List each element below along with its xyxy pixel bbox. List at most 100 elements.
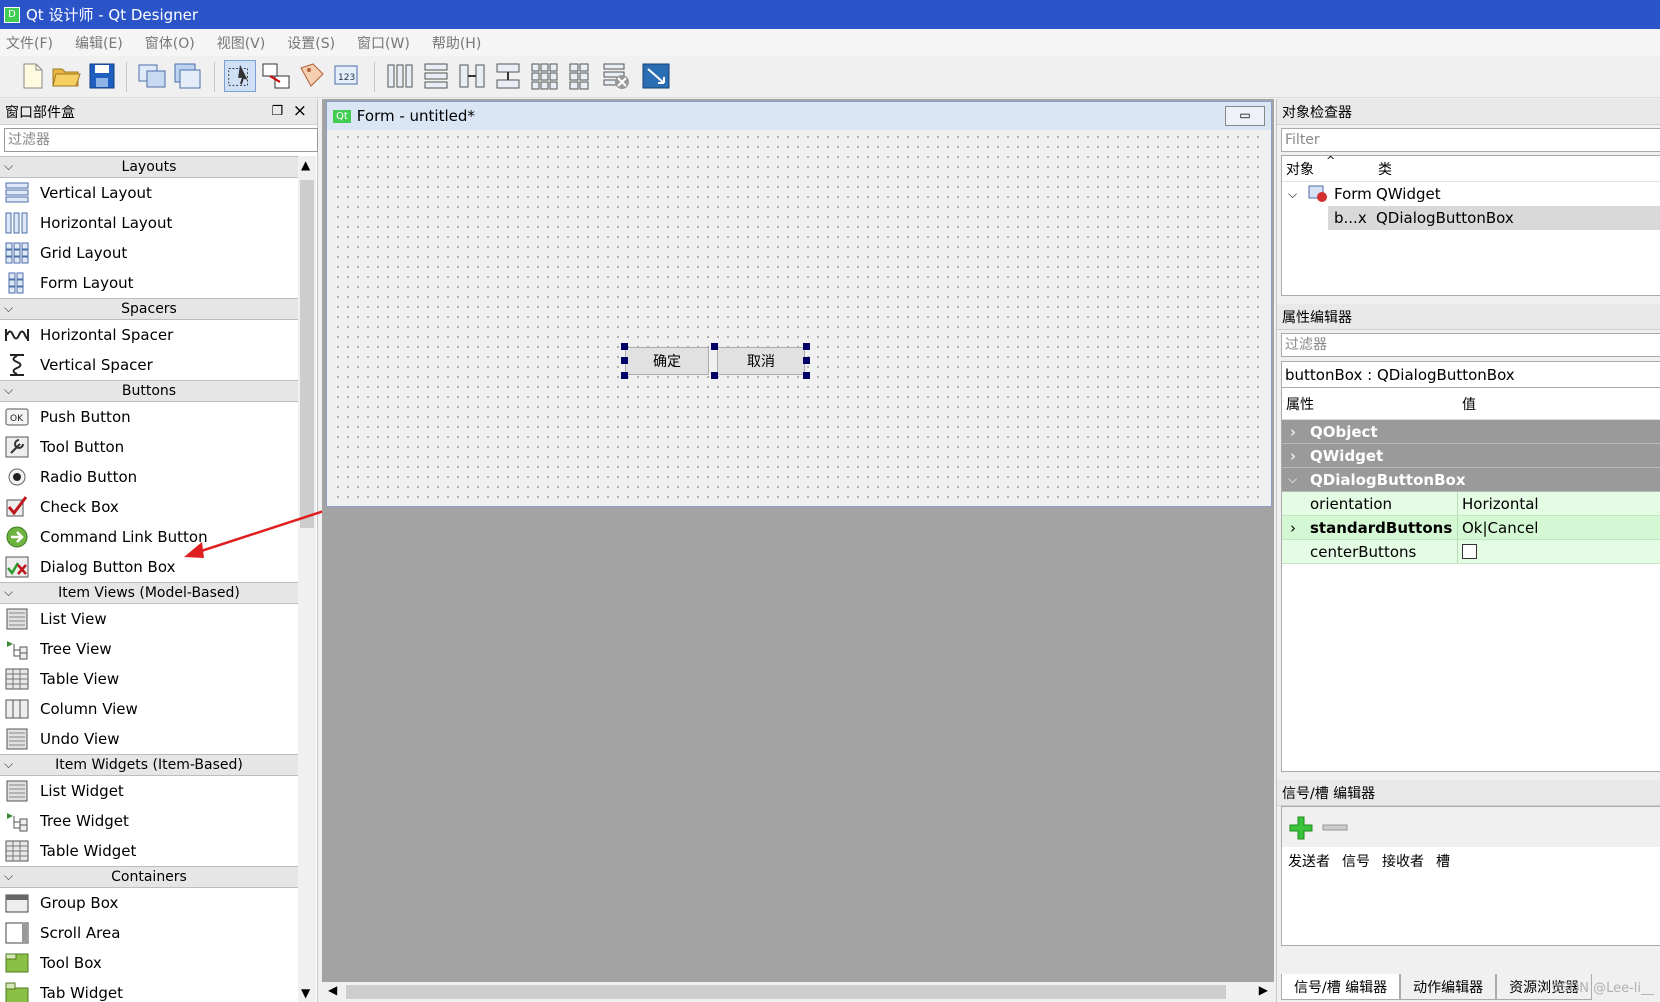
- cascade-icon[interactable]: [136, 60, 168, 92]
- column-sender[interactable]: 发送者: [1288, 851, 1330, 871]
- minimize-icon[interactable]: ▭: [1225, 106, 1265, 126]
- selection-handle[interactable]: [621, 343, 628, 350]
- category-item-views[interactable]: ⌵ Item Views (Model-Based): [0, 582, 298, 604]
- tab-action-editor[interactable]: 动作编辑器: [1400, 974, 1497, 1000]
- menu-window[interactable]: 窗口(W): [357, 33, 410, 53]
- widget-item-vertical-spacer[interactable]: Vertical Spacer: [0, 350, 298, 380]
- category-item-widgets[interactable]: ⌵ Item Widgets (Item-Based): [0, 754, 298, 776]
- form-window-titlebar[interactable]: Qt Form - untitled* ▭: [327, 102, 1271, 130]
- scrollbar-thumb[interactable]: [346, 985, 1226, 999]
- widget-item-horizontal-spacer[interactable]: Horizontal Spacer: [0, 320, 298, 350]
- widget-item-table-view[interactable]: Table View: [0, 664, 298, 694]
- chevron-down-icon[interactable]: ▼: [301, 986, 310, 1000]
- save-icon[interactable]: [86, 60, 118, 92]
- form-canvas[interactable]: 确定 取消: [333, 132, 1265, 502]
- property-row-standard-buttons[interactable]: › standardButtons Ok|Cancel: [1282, 516, 1660, 540]
- close-icon[interactable]: ×: [293, 101, 307, 121]
- column-property[interactable]: 属性: [1282, 394, 1458, 414]
- menu-help[interactable]: 帮助(H): [432, 33, 481, 53]
- menu-settings[interactable]: 设置(S): [287, 33, 335, 53]
- chevron-right-icon[interactable]: ›: [1290, 519, 1296, 537]
- property-filter-input[interactable]: 过滤器: [1281, 333, 1660, 357]
- property-group-qwidget[interactable]: › QWidget: [1282, 444, 1660, 468]
- selection-handle[interactable]: [711, 343, 718, 350]
- column-signal[interactable]: 信号: [1342, 851, 1370, 871]
- widget-item-tree-widget[interactable]: Tree Widget: [0, 806, 298, 836]
- widget-item-list-widget[interactable]: List Widget: [0, 776, 298, 806]
- chevron-down-icon[interactable]: ⌵: [1288, 187, 1297, 202]
- object-filter-input[interactable]: Filter: [1281, 128, 1660, 152]
- selection-handle[interactable]: [803, 343, 810, 350]
- column-value[interactable]: 值: [1458, 394, 1476, 414]
- chevron-right-icon[interactable]: ›: [1282, 447, 1310, 465]
- widget-filter-input[interactable]: 过滤器: [4, 128, 318, 152]
- widget-item-column-view[interactable]: Column View: [0, 694, 298, 724]
- menu-form[interactable]: 窗体(O): [145, 33, 195, 53]
- edit-signals-slots-icon[interactable]: [260, 60, 292, 92]
- widget-box-scrollbar[interactable]: ▲ ▼: [298, 156, 316, 1002]
- menu-view[interactable]: 视图(V): [217, 33, 266, 53]
- property-row-orientation[interactable]: orientation Horizontal: [1282, 492, 1660, 516]
- widget-item-scroll-area[interactable]: Scroll Area: [0, 918, 298, 948]
- layout-form-icon[interactable]: [564, 60, 596, 92]
- widget-item-tool-button[interactable]: Tool Button: [0, 432, 298, 462]
- selection-handle[interactable]: [621, 357, 628, 364]
- property-group-qobject[interactable]: › QObject: [1282, 420, 1660, 444]
- selection-handle[interactable]: [621, 372, 628, 379]
- widget-item-table-widget[interactable]: Table Widget: [0, 836, 298, 866]
- widget-item-grid-layout[interactable]: Grid Layout: [0, 238, 298, 268]
- widget-item-form-layout[interactable]: Form Layout: [0, 268, 298, 298]
- mdi-horizontal-scrollbar[interactable]: ◀ ▶: [322, 982, 1274, 1002]
- property-row-center-buttons[interactable]: centerButtons: [1282, 540, 1660, 564]
- edit-widgets-icon[interactable]: [224, 60, 256, 92]
- ok-button[interactable]: 确定: [625, 347, 709, 375]
- widget-item-vertical-layout[interactable]: Vertical Layout: [0, 178, 298, 208]
- break-layout-icon[interactable]: [600, 60, 632, 92]
- selection-handle[interactable]: [803, 372, 810, 379]
- chevron-down-icon[interactable]: ⌵: [1282, 472, 1310, 487]
- menu-edit[interactable]: 编辑(E): [75, 33, 123, 53]
- scrollbar-thumb[interactable]: [300, 180, 314, 528]
- tree-row-buttonbox[interactable]: b...x QDialogButtonBox: [1328, 206, 1660, 230]
- column-slot[interactable]: 槽: [1436, 851, 1450, 871]
- layout-splitter-v-icon[interactable]: [492, 60, 524, 92]
- chevron-left-icon[interactable]: ◀: [328, 983, 337, 997]
- layout-vertically-icon[interactable]: [420, 60, 452, 92]
- widget-item-radio-button[interactable]: Radio Button: [0, 462, 298, 492]
- open-folder-icon[interactable]: [50, 60, 82, 92]
- selection-handle[interactable]: [711, 372, 718, 379]
- category-buttons[interactable]: ⌵ Buttons: [0, 380, 298, 402]
- float-icon[interactable]: ❐: [271, 104, 283, 119]
- category-spacers[interactable]: ⌵ Spacers: [0, 298, 298, 320]
- column-object[interactable]: 对象: [1286, 159, 1314, 179]
- widget-item-tab-widget[interactable]: Tab Widget: [0, 978, 298, 1002]
- widget-item-horizontal-layout[interactable]: Horizontal Layout: [0, 208, 298, 238]
- cancel-button[interactable]: 取消: [717, 347, 805, 375]
- chevron-up-icon[interactable]: ▲: [301, 158, 310, 172]
- property-value[interactable]: Ok|Cancel: [1458, 519, 1538, 537]
- adjust-size-icon[interactable]: [640, 60, 672, 92]
- form-window[interactable]: Qt Form - untitled* ▭ 确定 取消: [326, 101, 1272, 507]
- widget-item-list-view[interactable]: List View: [0, 604, 298, 634]
- edit-tab-order-icon[interactable]: 123: [332, 60, 364, 92]
- menu-file[interactable]: 文件(F): [6, 33, 53, 53]
- add-icon[interactable]: [1288, 815, 1314, 841]
- widget-item-tree-view[interactable]: Tree View: [0, 634, 298, 664]
- selection-handle[interactable]: [803, 357, 810, 364]
- tile-icon[interactable]: [172, 60, 204, 92]
- edit-buddies-icon[interactable]: [296, 60, 328, 92]
- widget-item-tool-box[interactable]: Tool Box: [0, 948, 298, 978]
- chevron-right-icon[interactable]: ›: [1282, 423, 1310, 441]
- widget-item-undo-view[interactable]: Undo View: [0, 724, 298, 754]
- new-file-icon[interactable]: [16, 60, 48, 92]
- tree-row-form[interactable]: ⌵ Form QWidget: [1282, 182, 1660, 206]
- widget-item-group-box[interactable]: Group Box: [0, 888, 298, 918]
- chevron-right-icon[interactable]: ▶: [1259, 983, 1268, 997]
- category-containers[interactable]: ⌵ Containers: [0, 866, 298, 888]
- widget-item-push-button[interactable]: OK Push Button: [0, 402, 298, 432]
- column-class[interactable]: 类: [1378, 159, 1392, 179]
- tab-signal-slot-editor[interactable]: 信号/槽 编辑器: [1281, 974, 1401, 1000]
- category-layouts[interactable]: ⌵ Layouts: [0, 156, 298, 178]
- remove-icon[interactable]: [1322, 823, 1348, 833]
- layout-grid-icon[interactable]: [528, 60, 560, 92]
